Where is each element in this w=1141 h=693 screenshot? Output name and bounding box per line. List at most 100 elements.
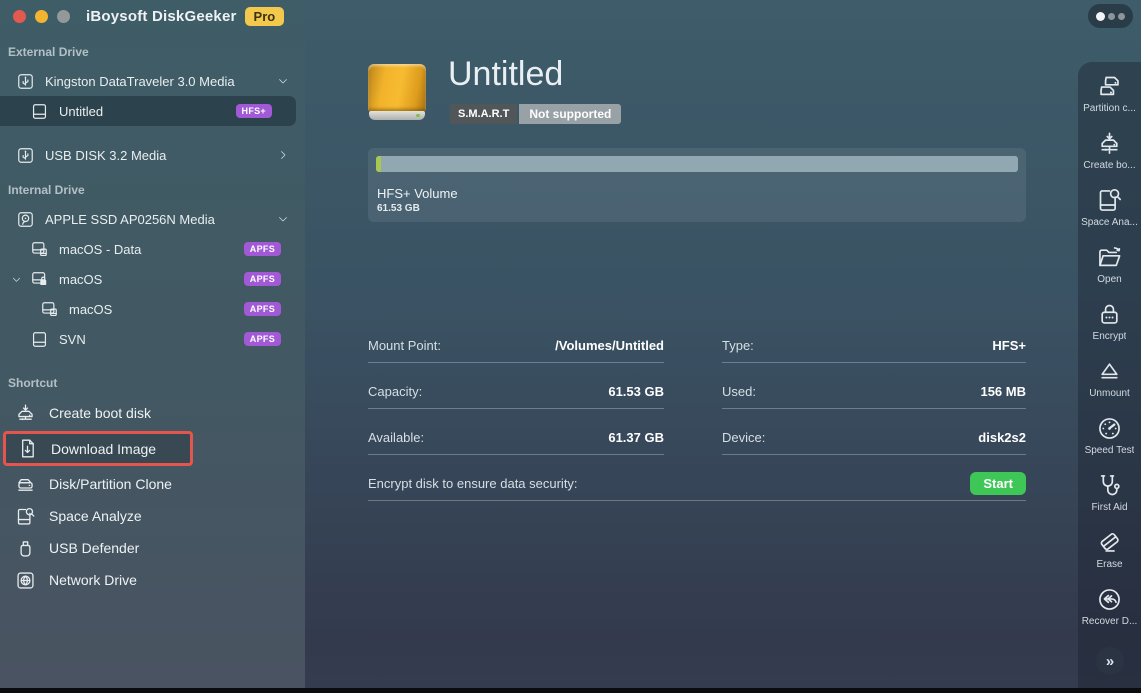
disk-clone-icon [15,474,36,495]
encrypt-label: Encrypt disk to ensure data security: [368,476,578,491]
eraser-icon [1096,529,1123,556]
drive-led [416,114,420,117]
info-capacity: Capacity: 61.53 GB [368,375,664,409]
space-analyze-icon [15,506,36,527]
info-value: HFS+ [992,338,1026,353]
usb-drive-icon [16,146,35,165]
toolbar-item-open[interactable]: Open [1078,244,1141,301]
shortcut-usb-defender[interactable]: USB Defender [0,532,305,564]
start-encrypt-button[interactable]: Start [970,472,1026,495]
filesystem-badge: APFS [244,302,281,316]
shortcut-download-image[interactable]: Download Image [3,431,193,466]
volume-label: SVN [59,332,86,347]
toolbar-item-unmount[interactable]: Unmount [1078,358,1141,415]
toolbar-item-create-boot[interactable]: Create bo... [1078,130,1141,187]
shortcut-label: USB Defender [49,540,139,556]
sidebar-item-kingston-drive[interactable]: Kingston DataTraveler 3.0 Media [0,66,305,96]
volume-usage-panel[interactable]: HFS+ Volume 61.53 GB [368,148,1026,222]
dot-icon [1108,13,1115,20]
sidebar-item-usb-disk-drive[interactable]: USB DISK 3.2 Media [0,140,305,170]
filesystem-badge: APFS [244,332,281,346]
shortcut-space-analyze[interactable]: Space Analyze [0,500,305,532]
volume-label: macOS [69,302,112,317]
disk-info-grid: Mount Point: /Volumes/Untitled Type: HFS… [368,329,1026,501]
toolbar-label: Open [1097,274,1121,285]
minimize-window-button[interactable] [35,10,48,23]
eject-icon [1096,358,1123,385]
toolbar-label: Encrypt [1093,331,1127,342]
toolbar-item-erase[interactable]: Erase [1078,529,1141,586]
sidebar-item-macos-child-volume[interactable]: macOS APFS [0,294,305,324]
chevron-down-icon[interactable] [277,75,289,87]
info-used: Used: 156 MB [722,375,1026,409]
toolbar-label: Erase [1096,559,1122,570]
info-label: Mount Point: [368,338,441,353]
shortcut-label: Network Drive [49,572,137,588]
info-label: Device: [722,430,765,445]
open-folder-icon [1096,244,1123,271]
shortcut-disk-partition-clone[interactable]: Disk/Partition Clone [0,468,305,500]
section-header-internal-drive: Internal Drive [0,170,305,204]
recover-icon [1096,586,1123,613]
app-title: iBoysoft DiskGeeker [86,8,237,25]
diskgeeker-window: iBoysoft DiskGeeker Pro External Drive K… [0,0,1141,693]
external-drive-image [368,64,426,120]
dot-icon [1118,13,1125,20]
usb-drive-icon [16,72,35,91]
stethoscope-icon [1096,472,1123,499]
toolbar-label: Create bo... [1083,160,1135,171]
space-analyze-icon [1096,187,1123,214]
info-device: Device: disk2s2 [722,421,1026,455]
chevron-down-icon[interactable] [11,274,22,285]
shortcut-create-boot-disk[interactable]: Create boot disk [0,397,305,429]
smart-label: S.M.A.R.T [450,104,517,124]
capacity-bar [376,156,1018,172]
sidebar-item-macos-data-volume[interactable]: macOS - Data APFS [0,234,305,264]
download-image-icon [17,438,38,459]
toolbar-expand-button[interactable]: » [1096,647,1124,675]
toolbar-item-recover-data[interactable]: Recover D... [1078,586,1141,643]
lock-icon [1096,301,1123,328]
page-title: Untitled [448,55,563,94]
smart-status: S.M.A.R.T Not supported [450,104,621,124]
bottom-edge-bar [0,688,1141,693]
info-label: Type: [722,338,754,353]
chevron-right-icon[interactable] [277,149,289,161]
sidebar-item-apple-ssd-drive[interactable]: APPLE SSD AP0256N Media [0,204,305,234]
info-label: Used: [722,384,756,399]
volume-group-icon [40,300,59,319]
info-label: Available: [368,430,424,445]
volume-label: macOS - Data [59,242,141,257]
close-window-button[interactable] [13,10,26,23]
more-options-pill[interactable] [1088,4,1133,28]
boot-disk-icon [15,403,36,424]
toolbar-label: Unmount [1089,388,1130,399]
shortcut-network-drive[interactable]: Network Drive [0,564,305,596]
used-space-bar [376,156,381,172]
toolbar-label: Recover D... [1082,616,1138,627]
volume-label: macOS [59,272,102,287]
section-header-shortcut: Shortcut [0,354,305,397]
toolbar-item-partition-clone[interactable]: Partition c... [1078,73,1141,130]
drive-label: APPLE SSD AP0256N Media [45,212,215,227]
filesystem-badge: APFS [244,272,281,286]
toolbar-item-speed-test[interactable]: Speed Test [1078,415,1141,472]
info-label: Capacity: [368,384,422,399]
filesystem-badge: HFS+ [236,104,272,118]
toolbar-item-encrypt[interactable]: Encrypt [1078,301,1141,358]
sidebar-item-svn-volume[interactable]: SVN APFS [0,324,305,354]
toolbar-item-space-analyze[interactable]: Space Ana... [1078,187,1141,244]
volume-size: 61.53 GB [377,203,420,214]
chevron-down-icon[interactable] [277,213,289,225]
internal-disk-icon [16,210,35,229]
toolbar-label: First Aid [1091,502,1127,513]
volume-name: HFS+ Volume [377,186,458,201]
sidebar-item-untitled-volume[interactable]: Untitled HFS+ [0,96,296,126]
sidebar-item-macos-volume[interactable]: macOS APFS [0,264,305,294]
locked-volume-icon [30,270,49,289]
info-value: 156 MB [980,384,1026,399]
shortcut-label: Space Analyze [49,508,142,524]
zoom-window-button[interactable] [57,10,70,23]
toolbar-item-first-aid[interactable]: First Aid [1078,472,1141,529]
info-value: disk2s2 [978,430,1026,445]
